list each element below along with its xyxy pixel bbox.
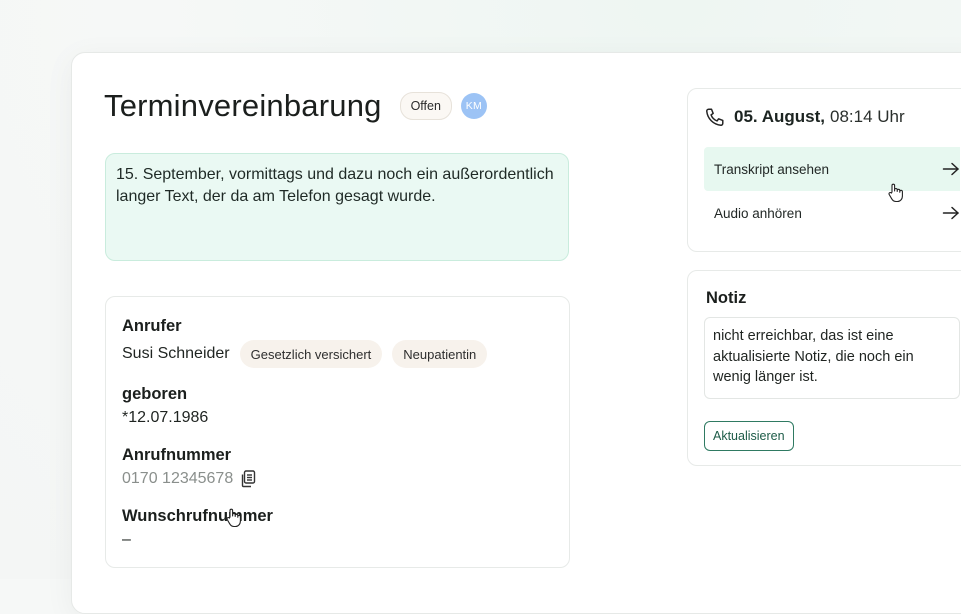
caller-label: Anrufer <box>122 317 182 335</box>
phone-icon <box>704 106 726 128</box>
page-title: Terminvereinbarung <box>104 88 382 123</box>
call-time: 08:14 Uhr <box>830 107 905 126</box>
insurance-tag: Gesetzlich versichert <box>239 340 383 368</box>
audio-link[interactable]: Audio anhören <box>704 191 960 235</box>
caller-name: Susi Schneider <box>122 345 230 362</box>
note-textarea[interactable]: nicht erreichbar, das ist eine aktualisi… <box>704 317 960 399</box>
call-card: 05. August, 08:14 Uhr Transkript ansehen… <box>687 88 961 252</box>
copy-icon[interactable] <box>240 470 256 488</box>
summary-box: 15. September, vormittags und dazu noch … <box>105 153 569 261</box>
transcript-label: Transkript ansehen <box>714 161 830 177</box>
avatar[interactable]: KM <box>460 93 487 119</box>
phone-number: 0170 12345678 <box>122 470 234 487</box>
callback-value: – <box>122 531 131 548</box>
phone-label: Anrufnummer <box>122 446 232 464</box>
patient-type-tag: Neupatientin <box>392 340 488 368</box>
callback-label: Wunschrufnummer <box>122 507 273 525</box>
birth-label: geboren <box>122 385 188 403</box>
transcript-link[interactable]: Transkript ansehen <box>704 147 960 191</box>
update-button[interactable]: Aktualisieren <box>704 421 794 451</box>
call-header: 05. August, 08:14 Uhr <box>704 106 905 128</box>
arrow-right-icon <box>942 206 960 220</box>
note-title: Notiz <box>706 289 747 307</box>
caller-value-row: Susi Schneider Gesetzlich versichert Neu… <box>122 340 488 368</box>
caller-details: Anrufer Susi Schneider Gesetzlich versic… <box>105 296 570 568</box>
birth-value: *12.07.1986 <box>122 409 209 426</box>
title-row: Terminvereinbarung Offen KM <box>104 86 487 126</box>
call-date: 05. August, <box>734 107 825 126</box>
arrow-right-icon <box>942 162 960 176</box>
note-card: Notiz nicht erreichbar, das ist eine akt… <box>687 270 961 466</box>
status-badge: Offen <box>399 92 452 120</box>
audio-label: Audio anhören <box>714 205 802 221</box>
phone-value-row: 0170 12345678 <box>122 470 256 488</box>
